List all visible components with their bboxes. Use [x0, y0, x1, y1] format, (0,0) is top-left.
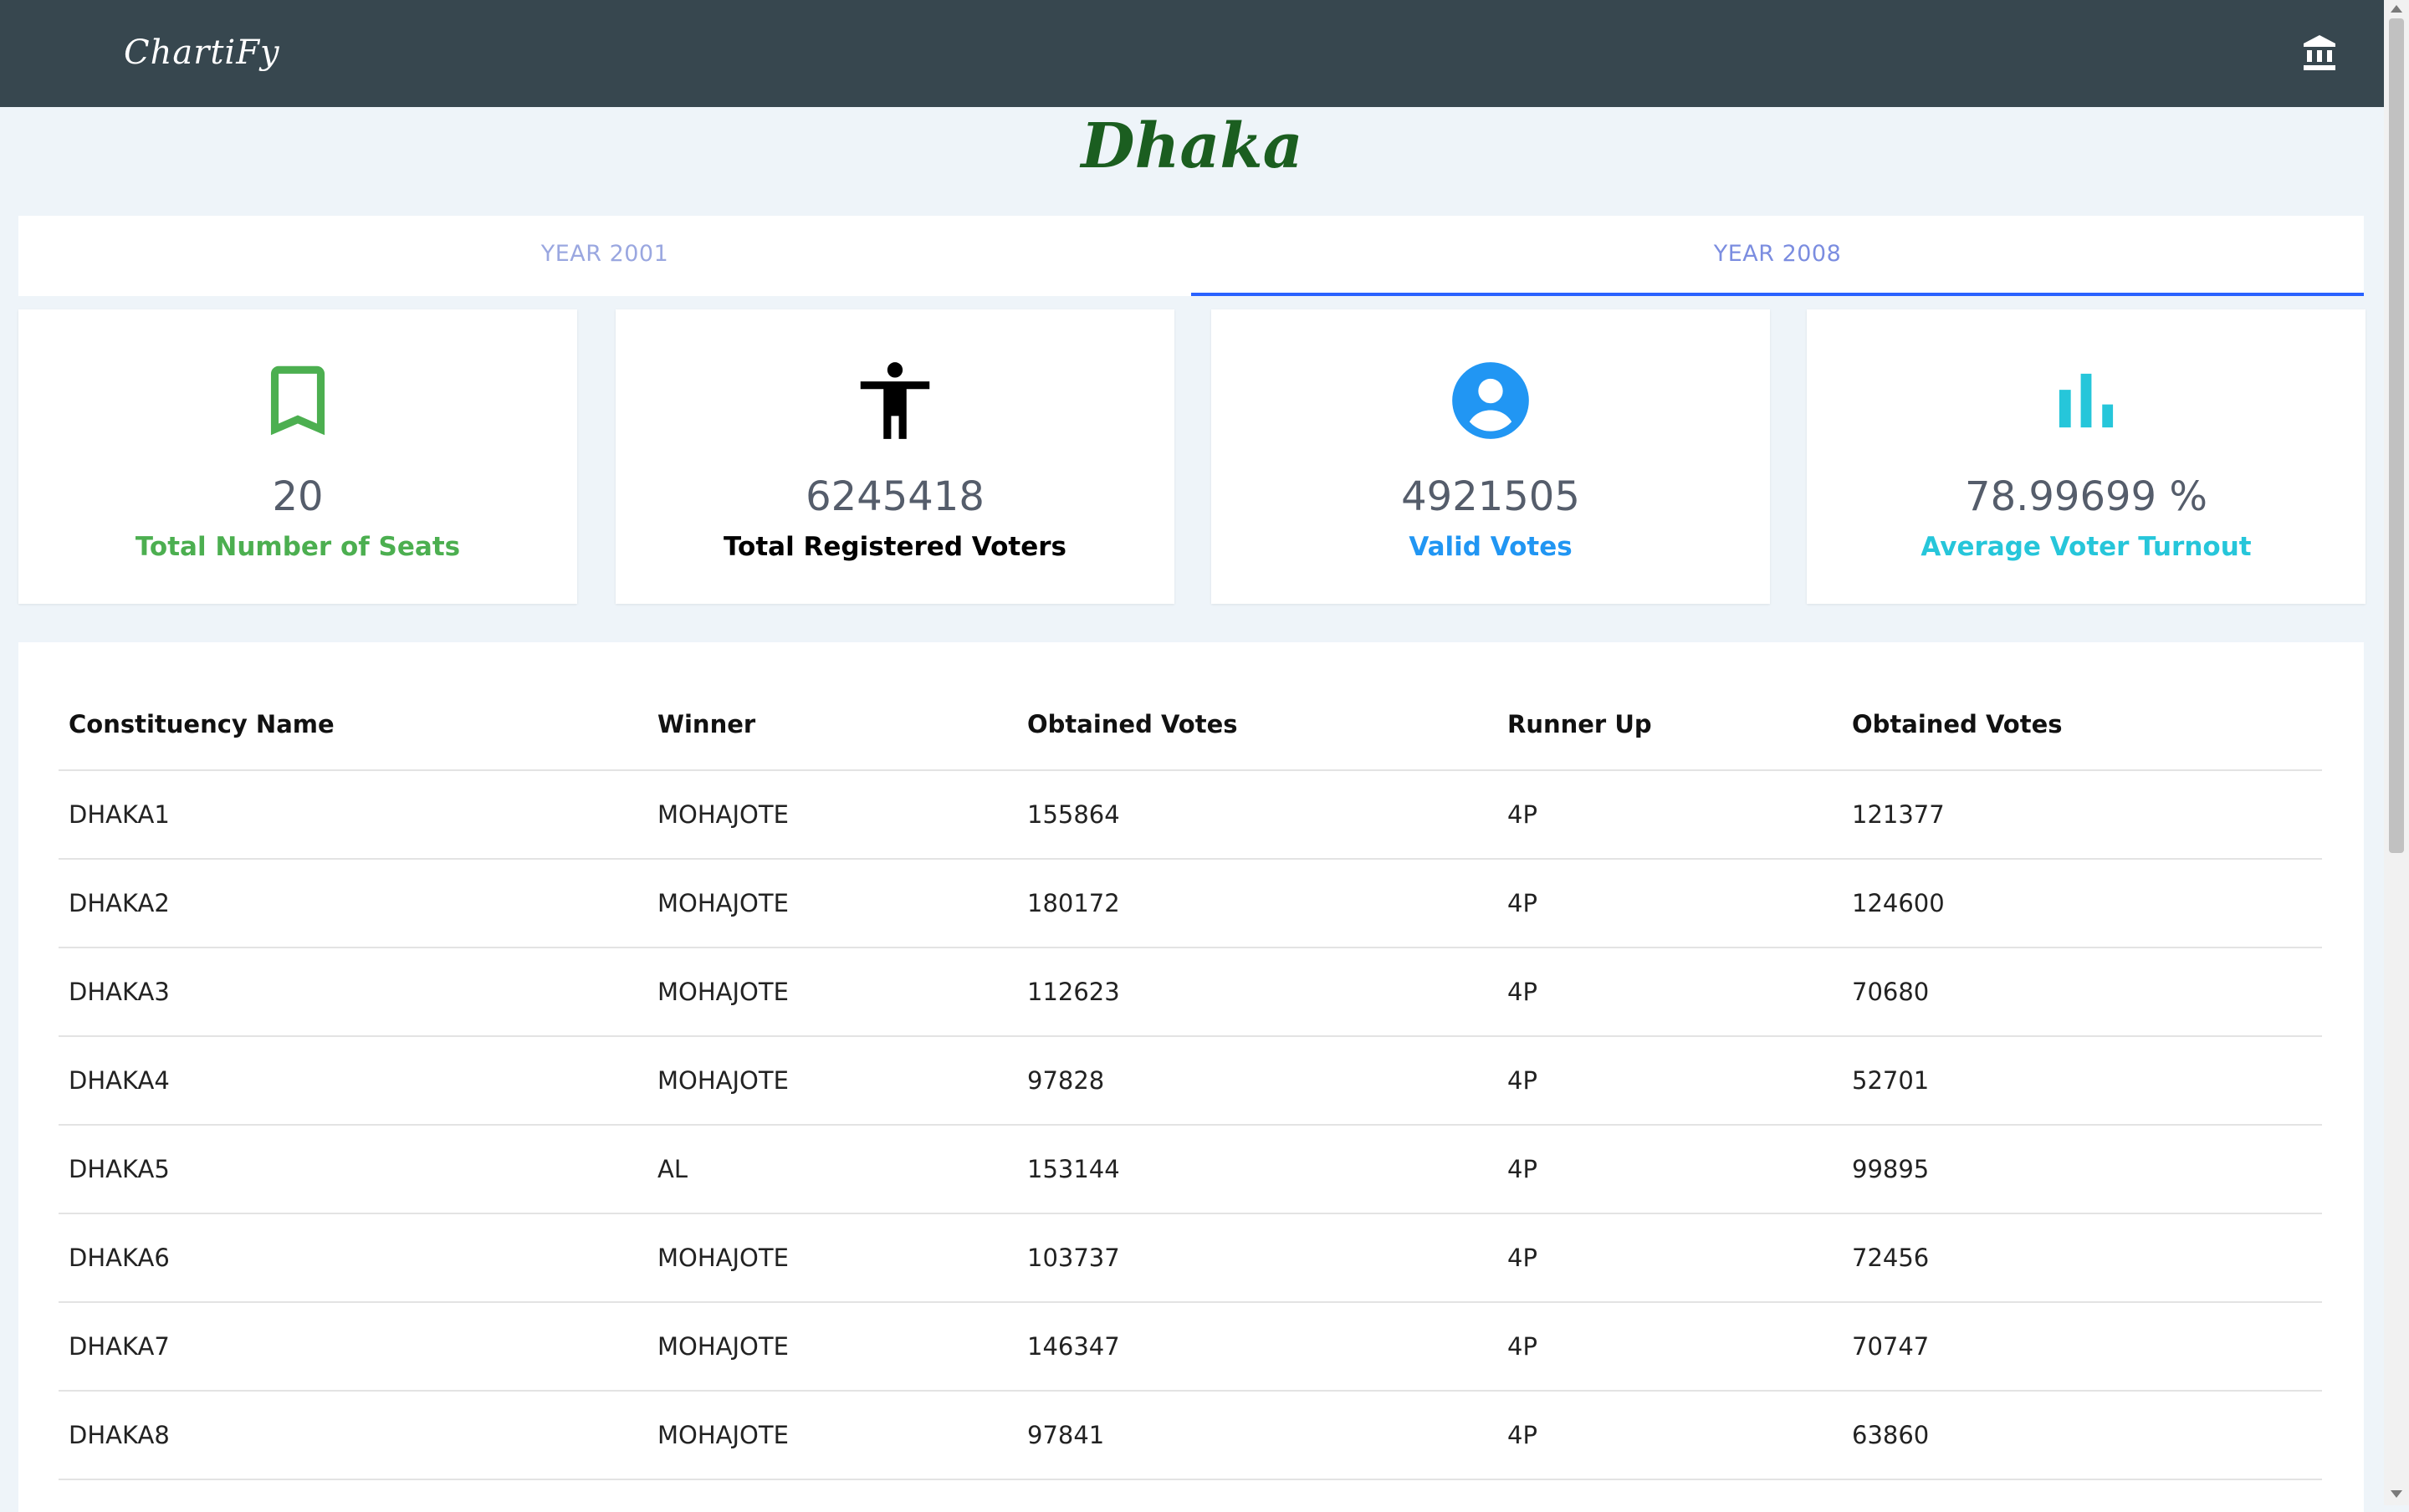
runner-up-cell: 4P — [1497, 1036, 1842, 1126]
winner-cell: MOHAJOTE — [647, 770, 1017, 860]
runner-up-votes-cell: 63860 — [1842, 1391, 2322, 1480]
table-row: DHAKA6 MOHAJOTE 103737 4P 72456 — [59, 1213, 2322, 1303]
runner-up-cell: 4P — [1497, 859, 1842, 948]
constituency-cell: DHAKA7 — [59, 1302, 647, 1392]
winner-cell: MOHAJOTE — [647, 859, 1017, 948]
winner-cell: MOHAJOTE — [647, 1391, 1017, 1480]
table-row: DHAKA5 AL 153144 4P 99895 — [59, 1125, 2322, 1214]
winner-votes-cell: 112623 — [1017, 948, 1497, 1037]
table-row: DHAKA3 MOHAJOTE 112623 4P 70680 — [59, 948, 2322, 1037]
stat-card-valid-votes: 4921505 Valid Votes — [1211, 309, 1770, 604]
runner-up-votes-cell: 70680 — [1842, 948, 2322, 1037]
brand-logo[interactable]: ChartiFy — [124, 33, 280, 72]
bar-chart-icon — [2059, 373, 2114, 428]
runner-up-votes-cell: 124600 — [1842, 859, 2322, 948]
winner-votes-cell: 180172 — [1017, 859, 1497, 948]
scroll-up-arrow-icon[interactable] — [2391, 5, 2402, 13]
year-tabs: YEAR 2001 YEAR 2008 — [18, 216, 2364, 296]
winner-votes-cell: 103737 — [1017, 1213, 1497, 1303]
winner-votes-cell: 153144 — [1017, 1125, 1497, 1214]
stat-value: 20 — [272, 473, 324, 520]
bank-icon[interactable] — [2300, 33, 2340, 74]
scrollbar[interactable] — [2384, 0, 2409, 1505]
stat-label: Average Voter Turnout — [1921, 532, 2252, 562]
runner-up-votes-cell: 52701 — [1842, 1036, 2322, 1126]
column-header: Obtained Votes — [1017, 679, 1497, 771]
constituency-cell: DHAKA3 — [59, 948, 647, 1037]
stat-label: Total Registered Voters — [724, 532, 1066, 562]
accessibility-icon — [860, 362, 930, 439]
constituency-cell: DHAKA2 — [59, 859, 647, 948]
constituency-cell: DHAKA6 — [59, 1213, 647, 1303]
column-header: Obtained Votes — [1842, 679, 2322, 771]
winner-cell: AL — [647, 1125, 1017, 1214]
winner-votes-cell: 97828 — [1017, 1036, 1497, 1126]
table-row: DHAKA2 MOHAJOTE 180172 4P 124600 — [59, 859, 2322, 948]
runner-up-votes-cell: 70747 — [1842, 1302, 2322, 1392]
stat-label: Valid Votes — [1409, 532, 1573, 562]
runner-up-cell: 4P — [1497, 1213, 1842, 1303]
winner-cell: MOHAJOTE — [647, 1213, 1017, 1303]
runner-up-votes-cell: 72456 — [1842, 1213, 2322, 1303]
stat-value: 6245418 — [806, 473, 985, 520]
tab-year-2001[interactable]: YEAR 2001 — [18, 216, 1191, 296]
constituency-cell: DHAKA1 — [59, 770, 647, 860]
table-row: DHAKA1 MOHAJOTE 155864 4P 121377 — [59, 770, 2322, 860]
stat-value: 78.99699 % — [1965, 473, 2207, 520]
navbar: ChartiFy — [0, 0, 2384, 107]
column-header: Runner Up — [1497, 679, 1842, 771]
table-row: DHAKA7 MOHAJOTE 146347 4P 70747 — [59, 1302, 2322, 1392]
results-panel: Constituency Name Winner Obtained Votes … — [18, 642, 2364, 1512]
constituency-cell: DHAKA5 — [59, 1125, 647, 1214]
column-header: Constituency Name — [59, 679, 647, 771]
stat-card-registered-voters: 6245418 Total Registered Voters — [616, 309, 1174, 604]
winner-cell: MOHAJOTE — [647, 1036, 1017, 1126]
winner-votes-cell: 97841 — [1017, 1391, 1497, 1480]
winner-votes-cell: 146347 — [1017, 1302, 1497, 1392]
runner-up-cell: 4P — [1497, 1125, 1842, 1214]
winner-cell: MOHAJOTE — [647, 948, 1017, 1037]
winner-cell: MOHAJOTE — [647, 1302, 1017, 1392]
runner-up-cell: 4P — [1497, 948, 1842, 1037]
runner-up-cell: 4P — [1497, 1302, 1842, 1392]
stat-card-voter-turnout: 78.99699 % Average Voter Turnout — [1807, 309, 2366, 604]
scroll-down-arrow-icon[interactable] — [2391, 1490, 2402, 1498]
runner-up-cell: 4P — [1497, 770, 1842, 860]
table-header-row: Constituency Name Winner Obtained Votes … — [59, 679, 2322, 771]
column-header: Winner — [647, 679, 1017, 771]
winner-votes-cell: 155864 — [1017, 770, 1497, 860]
bookmark-icon — [270, 365, 325, 436]
tab-year-2008[interactable]: YEAR 2008 — [1191, 216, 2364, 296]
stat-value: 4921505 — [1401, 473, 1580, 520]
runner-up-cell: 4P — [1497, 1391, 1842, 1480]
stat-label: Total Number of Seats — [135, 532, 461, 562]
constituency-cell: DHAKA8 — [59, 1391, 647, 1480]
results-table: Constituency Name Winner Obtained Votes … — [59, 679, 2322, 1480]
scroll-thumb[interactable] — [2389, 18, 2404, 853]
table-row: DHAKA4 MOHAJOTE 97828 4P 52701 — [59, 1036, 2322, 1126]
page-title: Dhaka — [1081, 110, 1303, 182]
account-circle-icon — [1452, 362, 1529, 439]
constituency-cell: DHAKA4 — [59, 1036, 647, 1126]
stat-card-seats: 20 Total Number of Seats — [18, 309, 577, 604]
runner-up-votes-cell: 99895 — [1842, 1125, 2322, 1214]
runner-up-votes-cell: 121377 — [1842, 770, 2322, 860]
table-row: DHAKA8 MOHAJOTE 97841 4P 63860 — [59, 1391, 2322, 1480]
